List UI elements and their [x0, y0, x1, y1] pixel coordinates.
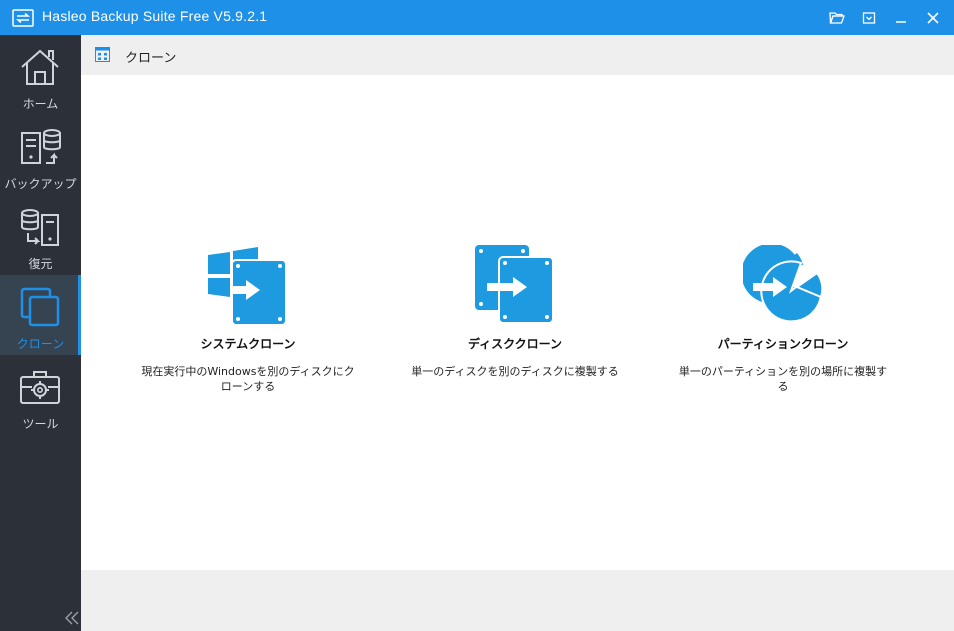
sidebar-item-home[interactable]: ホーム: [0, 35, 81, 115]
page-title: クローン: [125, 51, 177, 66]
sidebar-item-restore[interactable]: 復元: [0, 195, 81, 275]
minimize-icon: [896, 21, 906, 23]
minimize-button[interactable]: [890, 7, 912, 29]
sidebar-item-backup[interactable]: バックアップ: [0, 115, 81, 195]
toolbox-icon: [20, 371, 60, 404]
title-bar: Hasleo Backup Suite Free V5.9.2.1: [0, 0, 954, 35]
sidebar-item-clone[interactable]: クローン: [0, 275, 81, 355]
close-button[interactable]: [922, 7, 944, 29]
open-folder-button[interactable]: [826, 7, 848, 29]
menu-button[interactable]: [858, 7, 880, 29]
card-title: パーティションクローン: [717, 337, 849, 351]
sidebar-item-tools[interactable]: ツール: [0, 355, 81, 435]
double-chevron-left-icon[interactable]: [64, 611, 80, 625]
sidebar: ホーム バックアップ 復元 クローン ツール: [0, 35, 81, 631]
folder-open-icon: [829, 12, 845, 24]
main-content: システムクローン 現在実行中のWindowsを別のディスクにクローンする ディス…: [81, 75, 954, 570]
sidebar-item-label: クローン: [16, 337, 65, 351]
system-clone-card[interactable]: システムクローン 現在実行中のWindowsを別のディスクにクローンする: [138, 245, 358, 394]
footer-bar: [81, 570, 954, 631]
menu-dropdown-icon: [862, 12, 876, 24]
window-title: Hasleo Backup Suite Free V5.9.2.1: [42, 8, 268, 24]
partition-clone-icon: [743, 245, 823, 323]
home-icon: [21, 49, 59, 85]
card-title: ディスククローン: [467, 337, 563, 351]
sidebar-item-label: ホーム: [22, 97, 59, 111]
close-icon: [927, 12, 939, 24]
clone-icon: [20, 287, 60, 327]
card-description: 単一のディスクを別のディスクに複製する: [411, 365, 619, 378]
partition-clone-card[interactable]: パーティションクローン 単一のパーティションを別の場所に複製する: [673, 245, 893, 394]
restore-icon: [21, 209, 59, 246]
sidebar-item-label: ツール: [22, 417, 59, 431]
card-description: 単一のパーティションを別の場所に複製する: [678, 365, 888, 393]
grid-icon: [95, 47, 110, 62]
page-header: クローン: [81, 35, 954, 75]
sidebar-item-label: 復元: [28, 257, 53, 271]
app-window: Hasleo Backup Suite Free V5.9.2.1 ホーム バッ…: [0, 0, 954, 631]
sidebar-item-label: バックアップ: [4, 177, 77, 191]
system-clone-icon: [208, 247, 287, 325]
disk-clone-card[interactable]: ディスククローン 単一のディスクを別のディスクに複製する: [405, 245, 625, 379]
disk-clone-icon: [475, 245, 554, 324]
app-logo-icon: [12, 9, 34, 27]
card-description: 現在実行中のWindowsを別のディスクにクローンする: [141, 365, 355, 393]
card-title: システムクローン: [200, 337, 296, 351]
backup-icon: [21, 129, 61, 164]
